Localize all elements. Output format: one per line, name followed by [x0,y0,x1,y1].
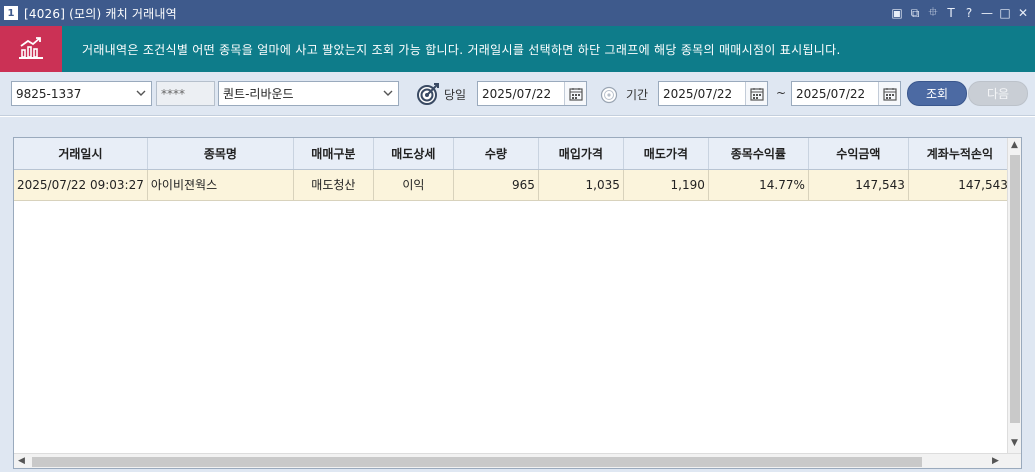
cell-quantity[interactable]: 965 [453,169,539,201]
calendar-icon[interactable] [564,82,586,105]
table-row[interactable]: 2025/07/22 09:03:27 아이비젼웍스 매도청산 이익 965 1… [14,169,1012,201]
column-header[interactable]: 수량 [453,138,539,170]
target-radio-icon[interactable] [416,82,440,106]
account-select[interactable]: 9825-1337 [11,81,152,106]
table-header-row: 거래일시 종목명 매매구분 매도상세 수량 매입가격 매도가격 종목수익률 수익… [14,138,1012,170]
search-toolbar: 9825-1337 **** 퀀트-리바운드 당일 2025/07/22 기간 … [0,72,1035,116]
next-button[interactable]: 다음 [968,81,1028,106]
column-header[interactable]: 매입가격 [538,138,624,170]
period-start-value: 2025/07/22 [663,86,733,101]
chevron-down-icon[interactable] [135,86,147,100]
period-end-field[interactable]: 2025/07/22 [791,81,901,106]
cell-return-rate[interactable]: 14.77% [708,169,809,201]
window-title: [4026] (모의) 캐치 거래내역 [24,6,177,21]
restore-icon[interactable]: ⧉ [909,6,921,21]
close-icon[interactable]: ✕ [1017,6,1029,20]
column-header[interactable]: 종목수익률 [708,138,809,170]
today-label: 당일 [444,88,467,102]
calendar-icon[interactable] [878,82,900,105]
password-field[interactable]: **** [156,81,215,106]
today-date-field[interactable]: 2025/07/22 [477,81,587,106]
cell-buy-price[interactable]: 1,035 [538,169,624,201]
cell-sell-detail[interactable]: 이익 [373,169,454,201]
column-header[interactable]: 매도가격 [623,138,709,170]
column-header[interactable]: 거래일시 [14,138,148,170]
cell-cumulative-pl[interactable]: 147,543 [908,169,1012,201]
search-button[interactable]: 조회 [907,81,967,106]
maximize-icon[interactable]: □ [999,6,1011,20]
scroll-left-icon[interactable]: ◀ [18,456,25,466]
today-date-value: 2025/07/22 [482,86,552,101]
title-bar: 1 [4026] (모의) 캐치 거래내역 ▣ ⧉ ⯐ T ? — □ ✕ [0,0,1035,26]
column-header[interactable]: 계좌누적손익 [908,138,1012,170]
results-panel: 거래일시 종목명 매매구분 매도상세 수량 매입가격 매도가격 종목수익률 수익… [0,117,1035,472]
scroll-up-icon[interactable]: ▲ [1011,140,1018,150]
banner-text: 거래내역은 조건식별 어떤 종목을 얼마에 사고 팔았는지 조회 가능 합니다.… [82,42,841,57]
cell-stock-name[interactable]: 아이비젼웍스 [147,169,294,201]
period-radio-icon[interactable] [600,86,618,104]
strategy-value: 퀀트-리바운드 [223,87,294,101]
font-icon[interactable]: T [945,6,957,20]
window-number-badge: 1 [4,6,18,20]
account-value: 9825-1337 [16,86,82,101]
scroll-down-icon[interactable]: ▼ [1011,438,1018,448]
trade-history-grid: 거래일시 종목명 매매구분 매도상세 수량 매입가격 매도가격 종목수익률 수익… [13,137,1022,469]
calendar-icon[interactable] [745,82,767,105]
range-separator: ~ [776,86,787,100]
vertical-scroll-thumb[interactable] [1010,155,1020,423]
column-header[interactable]: 수익금액 [808,138,909,170]
period-start-field[interactable]: 2025/07/22 [658,81,768,106]
cell-sell-price[interactable]: 1,190 [623,169,709,201]
help-icon[interactable]: ? [963,6,975,20]
layout-icon[interactable]: ▣ [891,6,903,20]
horizontal-scrollbar[interactable]: ◀ ▶ [14,453,1021,468]
column-header[interactable]: 매도상세 [373,138,454,170]
column-header[interactable]: 매매구분 [293,138,374,170]
trade-table: 거래일시 종목명 매매구분 매도상세 수량 매입가격 매도가격 종목수익률 수익… [14,138,1012,201]
window-controls: ▣ ⧉ ⯐ T ? — □ ✕ [891,0,1029,26]
cell-trade-time[interactable]: 2025/07/22 09:03:27 [14,169,148,201]
vertical-scrollbar[interactable]: ▲ ▼ [1007,138,1021,453]
chevron-down-icon[interactable] [382,86,394,100]
period-label: 기간 [626,88,649,102]
minimize-icon[interactable]: — [981,6,993,20]
column-header[interactable]: 종목명 [147,138,294,170]
scroll-right-icon[interactable]: ▶ [992,456,999,466]
cell-profit-amount[interactable]: 147,543 [808,169,909,201]
chart-icon [0,26,62,72]
info-banner: 거래내역은 조건식별 어떤 종목을 얼마에 사고 팔았는지 조회 가능 합니다.… [0,26,1035,72]
cell-trade-type[interactable]: 매도청산 [293,169,374,201]
pin-icon[interactable]: ⯐ [927,3,939,24]
horizontal-scroll-thumb[interactable] [32,457,922,467]
period-end-value: 2025/07/22 [796,86,866,101]
strategy-select[interactable]: 퀀트-리바운드 [218,81,399,106]
password-value: **** [161,86,185,101]
